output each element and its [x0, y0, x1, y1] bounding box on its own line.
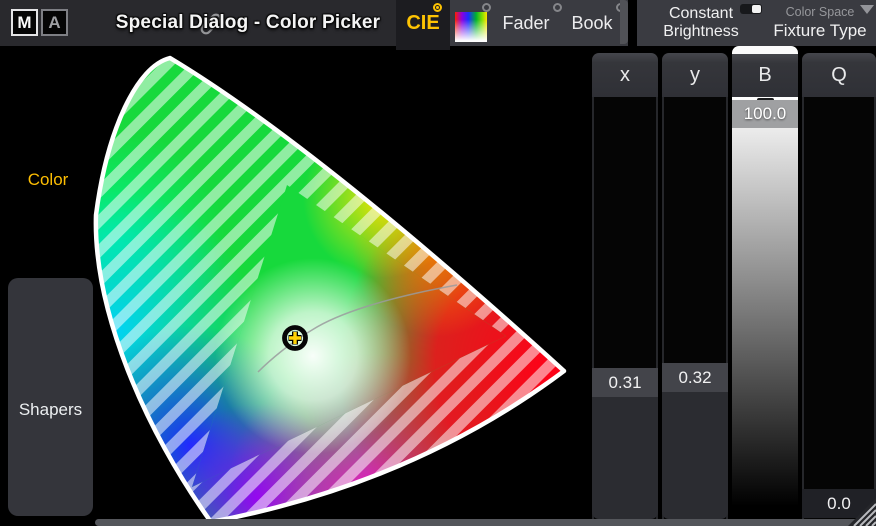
ma-logo-m: M	[11, 9, 38, 36]
radio-icon-fader	[553, 3, 562, 12]
options-panel: Constant Brightness Color Space Fixture …	[637, 0, 876, 46]
fader-header-x[interactable]: x	[592, 53, 658, 97]
tab-color-swatch[interactable]	[455, 12, 487, 42]
fader-value-b[interactable]: 100.0	[732, 100, 798, 128]
toggle-icon	[740, 4, 762, 14]
titlebar: M A Special Dialog - Color Picker	[0, 0, 396, 46]
sidebar-tab-color[interactable]: Color	[0, 50, 96, 278]
fader-header-q[interactable]: Q	[802, 53, 876, 97]
bottom-scrollbar[interactable]	[95, 519, 876, 526]
fixture-type-dropdown[interactable]: Color Space Fixture Type	[764, 0, 876, 46]
cie-chromaticity-diagram[interactable]	[85, 50, 590, 526]
fader-value-y[interactable]: 0.32	[662, 363, 728, 392]
fader-track-b[interactable]	[732, 97, 798, 519]
fader-fill-x	[592, 397, 658, 519]
fader-value-x[interactable]: 0.31	[592, 368, 658, 397]
tab-fader[interactable]: Fader	[495, 0, 557, 46]
tab-strip-edge	[620, 0, 628, 44]
radio-selected-icon	[433, 3, 442, 12]
dialog-title: Special Dialog - Color Picker	[100, 0, 396, 46]
resize-handle[interactable]	[846, 496, 876, 526]
fader-fill-y	[662, 392, 728, 519]
sidebar-tab-color-label: Color	[0, 170, 96, 190]
dropdown-arrow-icon	[860, 5, 874, 14]
fader-track-q[interactable]	[802, 97, 876, 519]
constant-brightness-line2: Brightness	[640, 23, 762, 41]
color-space-value: Fixture Type	[764, 21, 876, 41]
color-picker-dialog: M A Special Dialog - Color Picker CIE Fa…	[0, 0, 876, 526]
fader-header-b[interactable]: B	[732, 54, 798, 97]
constant-brightness-button[interactable]: Constant Brightness	[640, 0, 762, 46]
fader-b-active-cap	[732, 46, 798, 54]
sidebar-tab-shapers-label: Shapers	[8, 400, 93, 420]
fader-header-y[interactable]: y	[662, 53, 728, 97]
ma-logo-a: A	[41, 9, 68, 36]
radio-icon-swatch	[482, 3, 491, 12]
tab-book[interactable]: Book	[563, 0, 621, 46]
tab-cie[interactable]: CIE	[396, 0, 450, 50]
sidebar-tab-shapers[interactable]: Shapers	[8, 278, 93, 516]
